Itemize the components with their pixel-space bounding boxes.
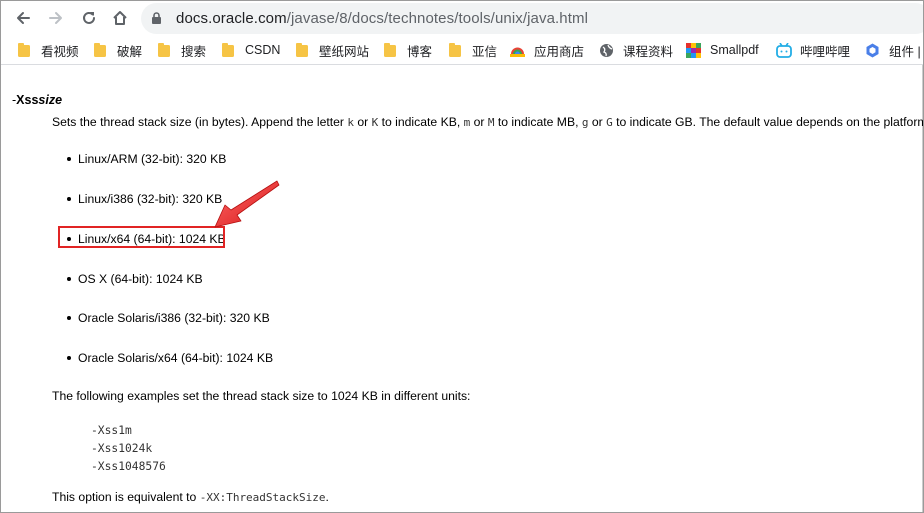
bookmark-item[interactable]: 看视频 — [17, 41, 79, 59]
smallpdf-icon — [686, 42, 701, 58]
component-icon — [865, 43, 880, 58]
option-name: Xss — [16, 93, 39, 107]
folder-icon — [221, 42, 236, 58]
code-example: -Xss1048576 — [91, 460, 166, 473]
annotation-highlight-box — [58, 226, 225, 248]
back-arrow-icon — [17, 12, 30, 24]
bullet — [67, 315, 71, 320]
bookmarks-bar: 看视频 破解 搜索 CSDN 壁纸网站 博客 亚信 应用商店 课程资料 Smal… — [1, 36, 923, 65]
examples-intro: The following examples set the thread st… — [52, 389, 471, 403]
bookmark-label: 破解 — [117, 44, 143, 59]
bookmark-label: 哔哩哔哩 — [800, 44, 851, 59]
bookmark-item[interactable]: 壁纸网站 — [295, 41, 369, 59]
desc-text: to indicate MB, — [494, 115, 582, 129]
bookmark-label: 搜索 — [181, 44, 207, 59]
folder-icon — [295, 42, 310, 58]
url-path: /javase/8/docs/technotes/tools/unix/java… — [286, 10, 589, 27]
back-button[interactable] — [12, 7, 34, 29]
bookmark-item[interactable]: CSDN — [221, 41, 280, 59]
platform-text: Oracle Solaris/i386 (32-bit): 320 KB — [78, 311, 270, 325]
browser-window: docs.oracle.com/javase/8/docs/technotes/… — [0, 0, 924, 513]
desc-text: to indicate KB, — [378, 115, 464, 129]
lock-icon — [152, 12, 161, 24]
bookmark-item[interactable]: 课程资料 — [599, 41, 673, 59]
desc-text: or — [470, 115, 488, 129]
browser-toolbar: docs.oracle.com/javase/8/docs/technotes/… — [1, 1, 923, 36]
code-example: -Xss1m — [91, 424, 132, 437]
forward-arrow-icon — [49, 12, 62, 24]
equiv-text: This option is equivalent to — [52, 490, 200, 504]
equivalent-note: This option is equivalent to -XX:ThreadS… — [52, 490, 329, 504]
url-text: docs.oracle.com/javase/8/docs/technotes/… — [176, 10, 588, 27]
reload-button[interactable] — [78, 7, 100, 29]
reload-icon — [83, 11, 95, 24]
folder-icon — [383, 42, 398, 58]
bookmark-item[interactable]: 搜索 — [157, 41, 206, 59]
address-bar[interactable]: docs.oracle.com/javase/8/docs/technotes/… — [141, 3, 923, 34]
list-item: OS X (64-bit): 1024 KB — [67, 272, 203, 286]
bookmark-label: 亚信 — [472, 44, 498, 59]
platform-text: Linux/ARM (32-bit): 320 KB — [78, 152, 227, 166]
url-host: docs.oracle.com — [176, 10, 287, 27]
bookmark-label: 课程资料 — [623, 44, 674, 59]
bookmark-label: 组件 | — [889, 44, 921, 59]
bullet — [67, 196, 71, 201]
desc-text: or — [588, 115, 607, 129]
bookmark-label: CSDN — [245, 43, 281, 57]
list-item: Linux/i386 (32-bit): 320 KB — [67, 192, 222, 206]
bookmark-label: Smallpdf — [710, 43, 759, 57]
annotation-arrow-icon — [214, 180, 280, 228]
bookmark-label: 壁纸网站 — [319, 44, 370, 59]
bookmark-item[interactable]: Smallpdf — [686, 41, 759, 59]
platform-text: OS X (64-bit): 1024 KB — [78, 272, 203, 286]
option-heading: -Xsssize — [12, 93, 62, 107]
desc-text: or — [354, 115, 372, 129]
desc-text: Sets the thread stack size (in bytes). A… — [52, 115, 348, 129]
bookmark-item[interactable]: 应用商店 — [510, 41, 584, 59]
list-item: Oracle Solaris/x64 (64-bit): 1024 KB — [67, 351, 273, 365]
bookmark-item[interactable]: 哔哩哔哩 — [776, 41, 850, 59]
bookmark-item[interactable]: 博客 — [383, 41, 432, 59]
bullet — [67, 355, 71, 360]
bookmark-item[interactable]: 亚信 — [448, 41, 497, 59]
bullet — [67, 156, 71, 161]
app-store-icon — [510, 43, 525, 58]
bookmark-label: 博客 — [407, 44, 433, 59]
list-item: Oracle Solaris/i386 (32-bit): 320 KB — [67, 311, 270, 325]
folder-icon — [93, 42, 108, 58]
home-button[interactable] — [109, 7, 131, 29]
bullet — [67, 276, 71, 281]
code-inline: G — [606, 116, 613, 129]
bookmark-item[interactable]: 破解 — [93, 41, 142, 59]
code-example: -Xss1024k — [91, 442, 153, 455]
option-description: Sets the thread stack size (in bytes). A… — [52, 114, 924, 131]
bilibili-icon — [776, 42, 792, 58]
desc-text: to indicate GB. The default value depend… — [612, 115, 924, 129]
forward-button[interactable] — [45, 7, 67, 29]
page-content: -Xsssize Sets the thread stack size (in … — [1, 65, 923, 512]
equiv-end: . — [325, 490, 329, 504]
platform-text: Oracle Solaris/x64 (64-bit): 1024 KB — [78, 351, 274, 365]
globe-icon — [599, 43, 614, 58]
folder-icon — [17, 42, 32, 58]
bookmark-label: 应用商店 — [534, 44, 585, 59]
home-icon — [113, 11, 127, 25]
list-item: Linux/ARM (32-bit): 320 KB — [67, 152, 226, 166]
code-inline: k — [347, 116, 354, 129]
equiv-code: -XX:ThreadStackSize — [199, 491, 326, 504]
folder-icon — [157, 42, 172, 58]
folder-icon — [448, 42, 463, 58]
bookmark-item[interactable]: 组件 | — [865, 41, 921, 59]
bookmark-label: 看视频 — [41, 44, 79, 59]
option-arg: size — [38, 93, 63, 107]
